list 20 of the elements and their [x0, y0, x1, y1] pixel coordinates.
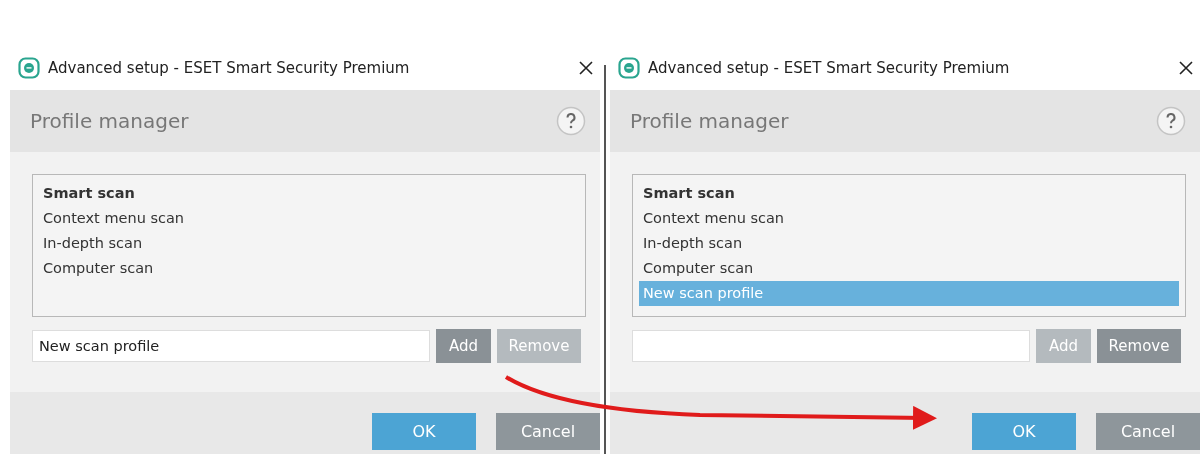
profile-name-field[interactable]: New scan profile: [32, 330, 430, 362]
profile-item[interactable]: Computer scan: [639, 256, 1179, 281]
profile-item[interactable]: Computer scan: [39, 256, 579, 281]
help-icon[interactable]: [556, 106, 586, 136]
window-title: Advanced setup - ESET Smart Security Premium: [48, 59, 411, 77]
profile-item[interactable]: Smart scan: [39, 181, 579, 206]
window-title: Advanced setup - ESET Smart Security Premium: [648, 59, 1011, 77]
profile-item[interactable]: Context menu scan: [39, 206, 579, 231]
help-icon[interactable]: [1156, 106, 1186, 136]
close-icon[interactable]: [1178, 60, 1194, 76]
section-title: Profile manager: [630, 109, 789, 133]
app-logo-icon: [18, 57, 40, 79]
profile-item[interactable]: In-depth scan: [39, 231, 579, 256]
close-icon[interactable]: [578, 60, 594, 76]
profile-item[interactable]: In-depth scan: [639, 231, 1179, 256]
section-title: Profile manager: [30, 109, 189, 133]
app-logo-icon: [618, 57, 640, 79]
profile-item[interactable]: Context menu scan: [639, 206, 1179, 231]
profile-item[interactable]: Smart scan: [639, 181, 1179, 206]
profile-name-field[interactable]: [632, 330, 1030, 362]
